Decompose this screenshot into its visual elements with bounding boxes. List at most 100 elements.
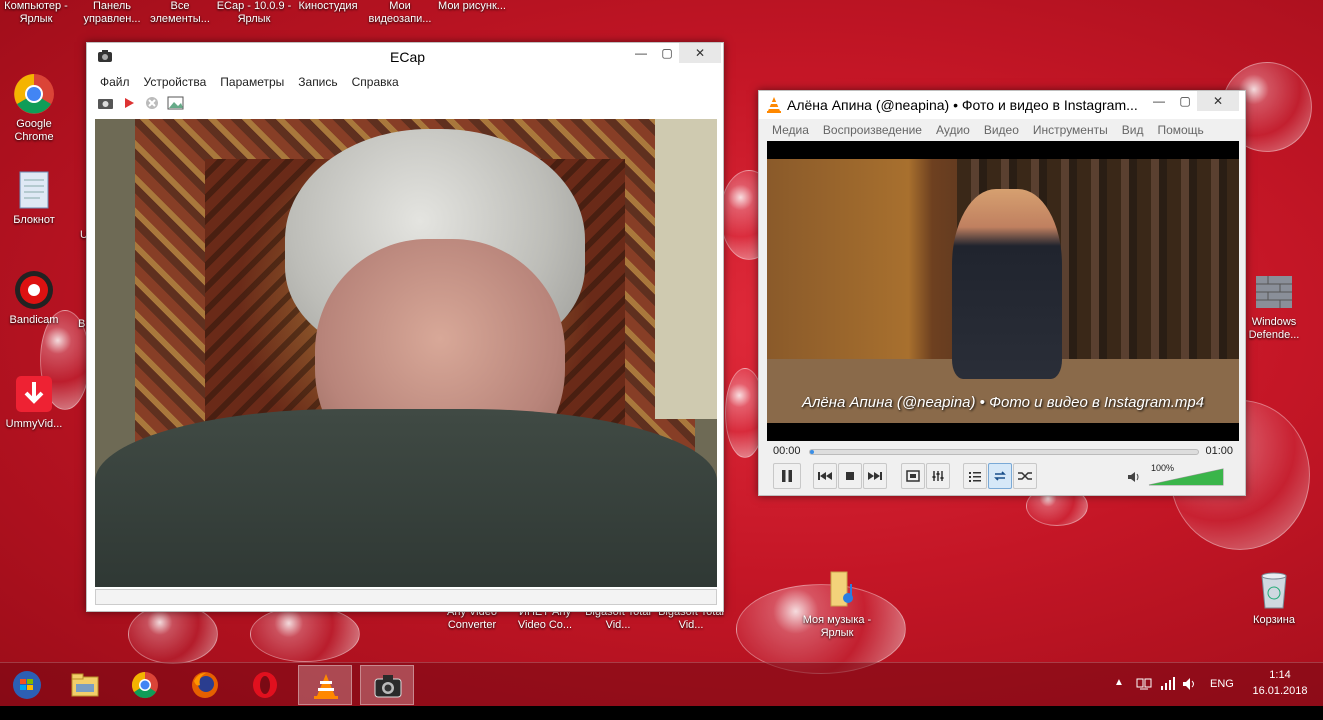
keyboard-language[interactable]: ENG — [1210, 678, 1234, 690]
start-button[interactable] — [0, 665, 54, 705]
shuffle-icon — [1018, 472, 1032, 480]
desktop-icon-bandicam[interactable]: Bandicam — [0, 268, 70, 327]
ecap-titlebar[interactable]: ECap — ▢ ✕ — [87, 43, 723, 71]
vlc-video-area[interactable]: Алёна Апина (@neapina) • Фото и видео в … — [767, 141, 1239, 441]
desktop-icon-label: Корзина — [1253, 614, 1295, 626]
desktop-icon-my-pictures[interactable]: Мои рисунк... — [432, 0, 512, 13]
vlc-menubar: Медиа Воспроизведение Аудио Видео Инстру… — [759, 119, 1245, 141]
desktop-icon-ummyvideo[interactable]: UmmyVid... — [0, 372, 70, 431]
taskbar-opera[interactable] — [238, 665, 292, 705]
desktop-icon-label: Bandicam — [9, 314, 59, 326]
menu-devices[interactable]: Устройства — [144, 75, 207, 89]
menu-video[interactable]: Видео — [984, 123, 1019, 137]
stop-icon[interactable] — [145, 96, 159, 113]
maximize-button[interactable]: ▢ — [1171, 91, 1199, 111]
network-icon[interactable] — [1136, 677, 1152, 694]
chrome-icon — [131, 671, 158, 699]
folder-icon — [71, 673, 99, 697]
loop-icon — [994, 471, 1006, 481]
ecap-title: ECap — [390, 49, 426, 65]
taskbar-ecap[interactable] — [360, 665, 414, 705]
camera-icon[interactable] — [97, 96, 114, 113]
extended-settings-button[interactable] — [926, 463, 950, 489]
recycle-bin-icon — [1252, 568, 1296, 612]
stop-button[interactable] — [838, 463, 862, 489]
desktop-icon-windows-defender[interactable]: Windows Defende... — [1238, 270, 1310, 342]
fullscreen-button[interactable] — [901, 463, 925, 489]
desktop-icon-computer[interactable]: Компьютер - Ярлык — [0, 0, 76, 26]
desktop-icon-label: Блокнот — [13, 214, 55, 226]
menu-view[interactable]: Вид — [1122, 123, 1144, 137]
desktop-icon-label: Windows Defende... — [1248, 316, 1300, 341]
loop-button[interactable] — [988, 463, 1012, 489]
ummy-download-icon — [12, 372, 56, 416]
menu-tools[interactable]: Инструменты — [1033, 123, 1108, 137]
desktop-icon-ecap-shortcut[interactable]: ECap - 10.0.9 - Ярлык — [214, 0, 294, 26]
next-button[interactable] — [863, 463, 887, 489]
menu-parameters[interactable]: Параметры — [220, 75, 284, 89]
vlc-cone-icon — [767, 97, 781, 116]
desktop-icon-my-music[interactable]: Моя музыка - Ярлык — [801, 568, 873, 640]
image-icon[interactable] — [167, 96, 184, 113]
menu-playback[interactable]: Воспроизведение — [823, 123, 922, 137]
vlc-window[interactable]: Алёна Апина (@neapina) • Фото и видео в … — [758, 90, 1246, 496]
taskbar-chrome[interactable] — [118, 665, 172, 705]
menu-help[interactable]: Помощь — [1157, 123, 1203, 137]
vlc-title: Алёна Апина (@neapina) • Фото и видео в … — [787, 97, 1138, 113]
playlist-icon — [969, 472, 981, 482]
desktop-icon-google-chrome[interactable]: Google Chrome — [0, 72, 70, 144]
firefox-icon — [192, 672, 218, 698]
taskbar-file-explorer[interactable] — [58, 665, 112, 705]
show-hidden-icons-icon[interactable]: ▲ — [1114, 677, 1124, 688]
partial-desktop-label: B — [78, 318, 86, 330]
maximize-button[interactable]: ▢ — [653, 43, 681, 63]
desktop-icon-movie-studio[interactable]: Киностудия — [288, 0, 368, 13]
taskbar-firefox[interactable] — [178, 665, 232, 705]
close-button[interactable]: ✕ — [1197, 91, 1239, 111]
menu-record[interactable]: Запись — [298, 75, 337, 89]
seek-bar[interactable] — [809, 449, 1199, 455]
ecap-window[interactable]: ECap — ▢ ✕ Файл Устройства Параметры Зап… — [86, 42, 724, 612]
ecap-menubar: Файл Устройства Параметры Запись Справка — [87, 71, 723, 93]
taskbar-vlc[interactable] — [298, 665, 352, 705]
video-frame — [767, 159, 1239, 423]
volume-label: 100% — [1151, 463, 1175, 473]
desktop-icon-all-items[interactable]: Все элементы... — [140, 0, 220, 26]
vlc-cone-icon — [314, 674, 338, 699]
vlc-titlebar[interactable]: Алёна Апина (@neapina) • Фото и видео в … — [759, 91, 1245, 119]
bottom-letterbox — [0, 706, 1323, 720]
volume-icon[interactable] — [1182, 677, 1198, 694]
close-button[interactable]: ✕ — [679, 43, 721, 63]
volume-slider[interactable]: 100% — [1147, 463, 1225, 487]
notepad-icon — [12, 168, 56, 212]
clock-date[interactable]: 16.01.2018 — [1250, 685, 1310, 697]
minimize-button[interactable]: — — [627, 43, 655, 63]
menu-help[interactable]: Справка — [352, 75, 399, 89]
chrome-icon — [12, 72, 56, 116]
record-icon[interactable] — [123, 96, 135, 113]
menu-file[interactable]: Файл — [100, 75, 130, 89]
singer-figure — [952, 189, 1062, 379]
taskbar: ▲ ENG 1:14 16.01.2018 — [0, 662, 1323, 706]
time-current: 00:00 — [773, 445, 801, 457]
volume-icon[interactable] — [1127, 471, 1141, 486]
seek-bar-fill — [810, 450, 814, 454]
clock-time[interactable]: 1:14 — [1250, 669, 1310, 681]
desktop-icon-my-videos[interactable]: Мои видеозапи... — [360, 0, 440, 26]
pause-button[interactable] — [773, 463, 801, 489]
minimize-button[interactable]: — — [1145, 91, 1173, 111]
signal-icon[interactable] — [1160, 677, 1176, 694]
webcam-video-feed — [95, 119, 717, 587]
camera-app-icon — [97, 49, 113, 66]
desktop-icon-recycle-bin[interactable]: Корзина — [1238, 568, 1310, 627]
menu-media[interactable]: Медиа — [772, 123, 809, 137]
playlist-button[interactable] — [963, 463, 987, 489]
time-total: 01:00 — [1205, 445, 1233, 457]
menu-audio[interactable]: Аудио — [936, 123, 970, 137]
opera-icon — [253, 672, 277, 698]
desktop-icon-notepad[interactable]: Блокнот — [0, 168, 70, 227]
shuffle-button[interactable] — [1013, 463, 1037, 489]
desktop-icon-label: UmmyVid... — [5, 418, 63, 430]
previous-button[interactable] — [813, 463, 837, 489]
camera-icon — [374, 675, 402, 698]
